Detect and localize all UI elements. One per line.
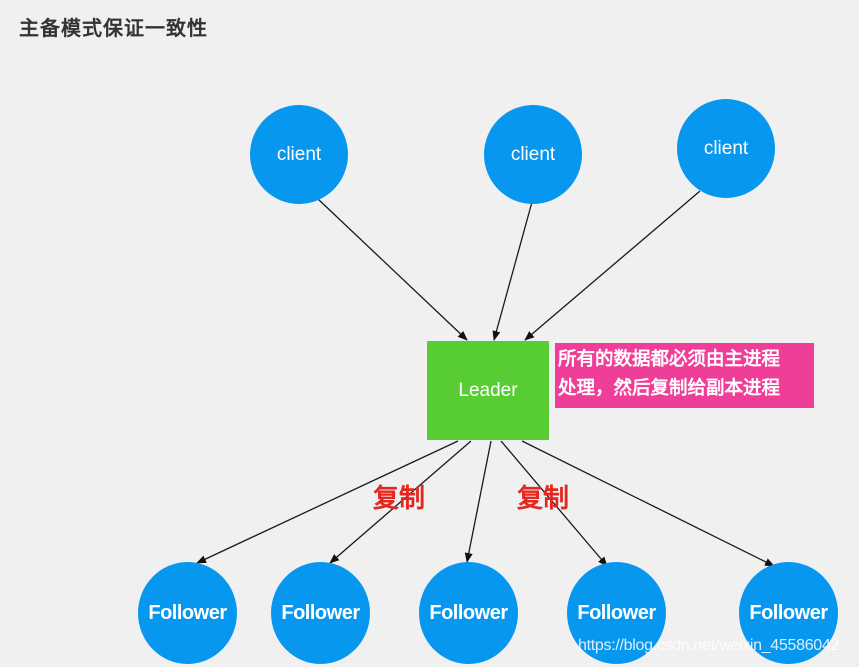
follower-label: Follower [577,601,656,624]
client-node-3: client [677,99,775,198]
copy-label-left: 复制 [373,484,426,514]
follower-node-3: Follower [419,562,518,664]
edge-client-3-leader [524,190,701,341]
client-node-1: client [250,105,348,204]
client-label: client [510,143,556,165]
leader-label: Leader [458,379,518,401]
leader-note: 所有的数据都必须由主进程 处理，然后复制给副本进程 [555,343,814,408]
leader-node: Leader [427,341,549,440]
client-label: client [703,137,749,159]
edge-client-1-leader [317,198,468,341]
follower-label: Follower [148,601,227,624]
watermark: https://blog.csdn.net/weixin_45586042 [578,637,840,654]
follower-node-1: Follower [138,562,237,664]
follower-label: Follower [429,601,508,624]
client-node-2: client [484,105,582,204]
client-label: client [276,143,322,165]
edge-client-2-leader [492,201,533,341]
note-line-2: 处理，然后复制给副本进程 [558,378,781,399]
follower-node-2: Follower [271,562,370,664]
note-line-1: 所有的数据都必须由主进程 [558,349,781,370]
edge-leader-follower-3 [464,440,492,563]
follower-label: Follower [749,601,828,624]
copy-label-right: 复制 [517,484,570,514]
follower-label: Follower [281,601,360,624]
